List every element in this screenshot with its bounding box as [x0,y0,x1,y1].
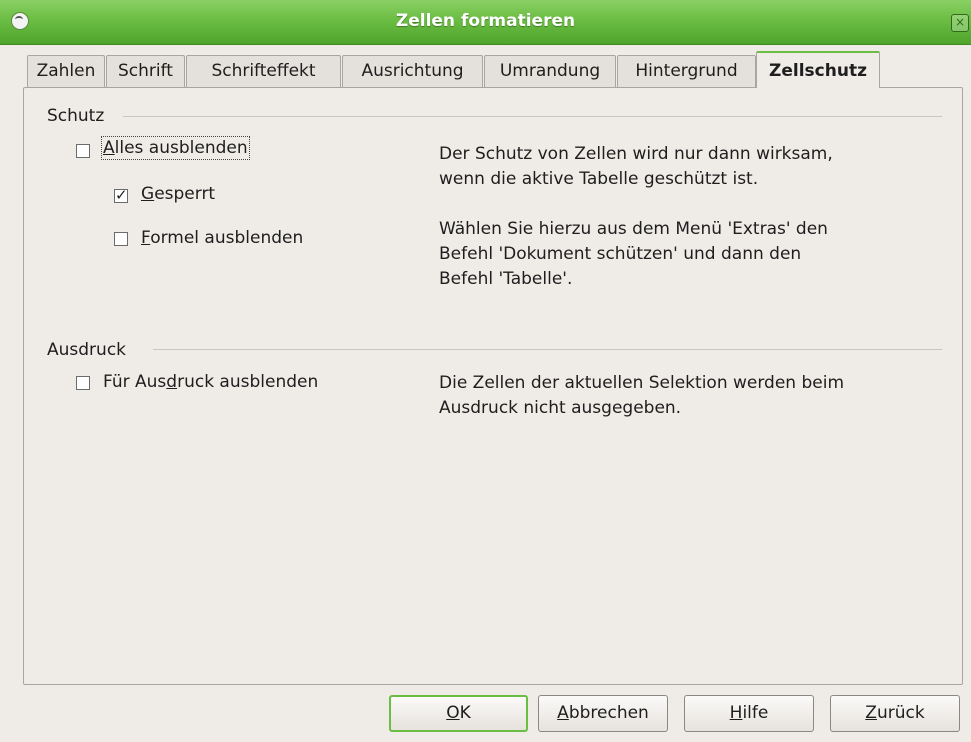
checkbox-formel-ausblenden[interactable] [114,232,128,246]
help-button[interactable]: Hilfe [684,695,814,732]
ausdruck-description: Die Zellen der aktuellen Selektion werde… [439,373,845,418]
tab-ausrichtung[interactable]: Ausrichtung [342,55,483,87]
tab-zahlen[interactable]: Zahlen [27,55,105,87]
checkbox-fuer-ausdruck-ausblenden[interactable] [76,376,90,390]
section-divider-schutz [123,116,942,117]
tab-hintergrund[interactable]: Hintergrund [617,55,756,87]
label-fuer-ausdruck-ausblenden[interactable]: Für Ausdruck ausblenden [103,372,318,392]
close-icon[interactable]: × [951,14,969,32]
schutz-description-2: Wählen Sie hierzu aus dem Menü 'Extras' … [439,219,828,289]
label-gesperrt[interactable]: Gesperrt [141,184,215,204]
section-label-ausdruck: Ausdruck [47,340,127,360]
label-alles-ausblenden[interactable]: Alles ausblenden [101,136,250,160]
checkbox-gesperrt[interactable] [114,186,128,204]
schutz-description-1: Der Schutz von Zellen wird nur dann wirk… [439,144,833,189]
window-title: Zellen formatieren [395,11,576,31]
tab-umrandung[interactable]: Umrandung [484,55,616,87]
tab-schrifteffekt[interactable]: Schrifteffekt [186,55,341,87]
ok-button[interactable]: OK [389,695,528,732]
section-divider-ausdruck [153,349,942,350]
title-bar: Zellen formatieren × [0,0,971,45]
section-label-schutz: Schutz [47,106,105,126]
label-formel-ausblenden[interactable]: Formel ausblenden [141,228,303,248]
checkbox-alles-ausblenden[interactable] [76,144,90,158]
tab-schrift[interactable]: Schrift [106,55,185,87]
reset-button[interactable]: Zurück [830,695,960,732]
cancel-button[interactable]: Abbrechen [538,695,668,732]
tab-zellschutz[interactable]: Zellschutz [756,51,880,88]
